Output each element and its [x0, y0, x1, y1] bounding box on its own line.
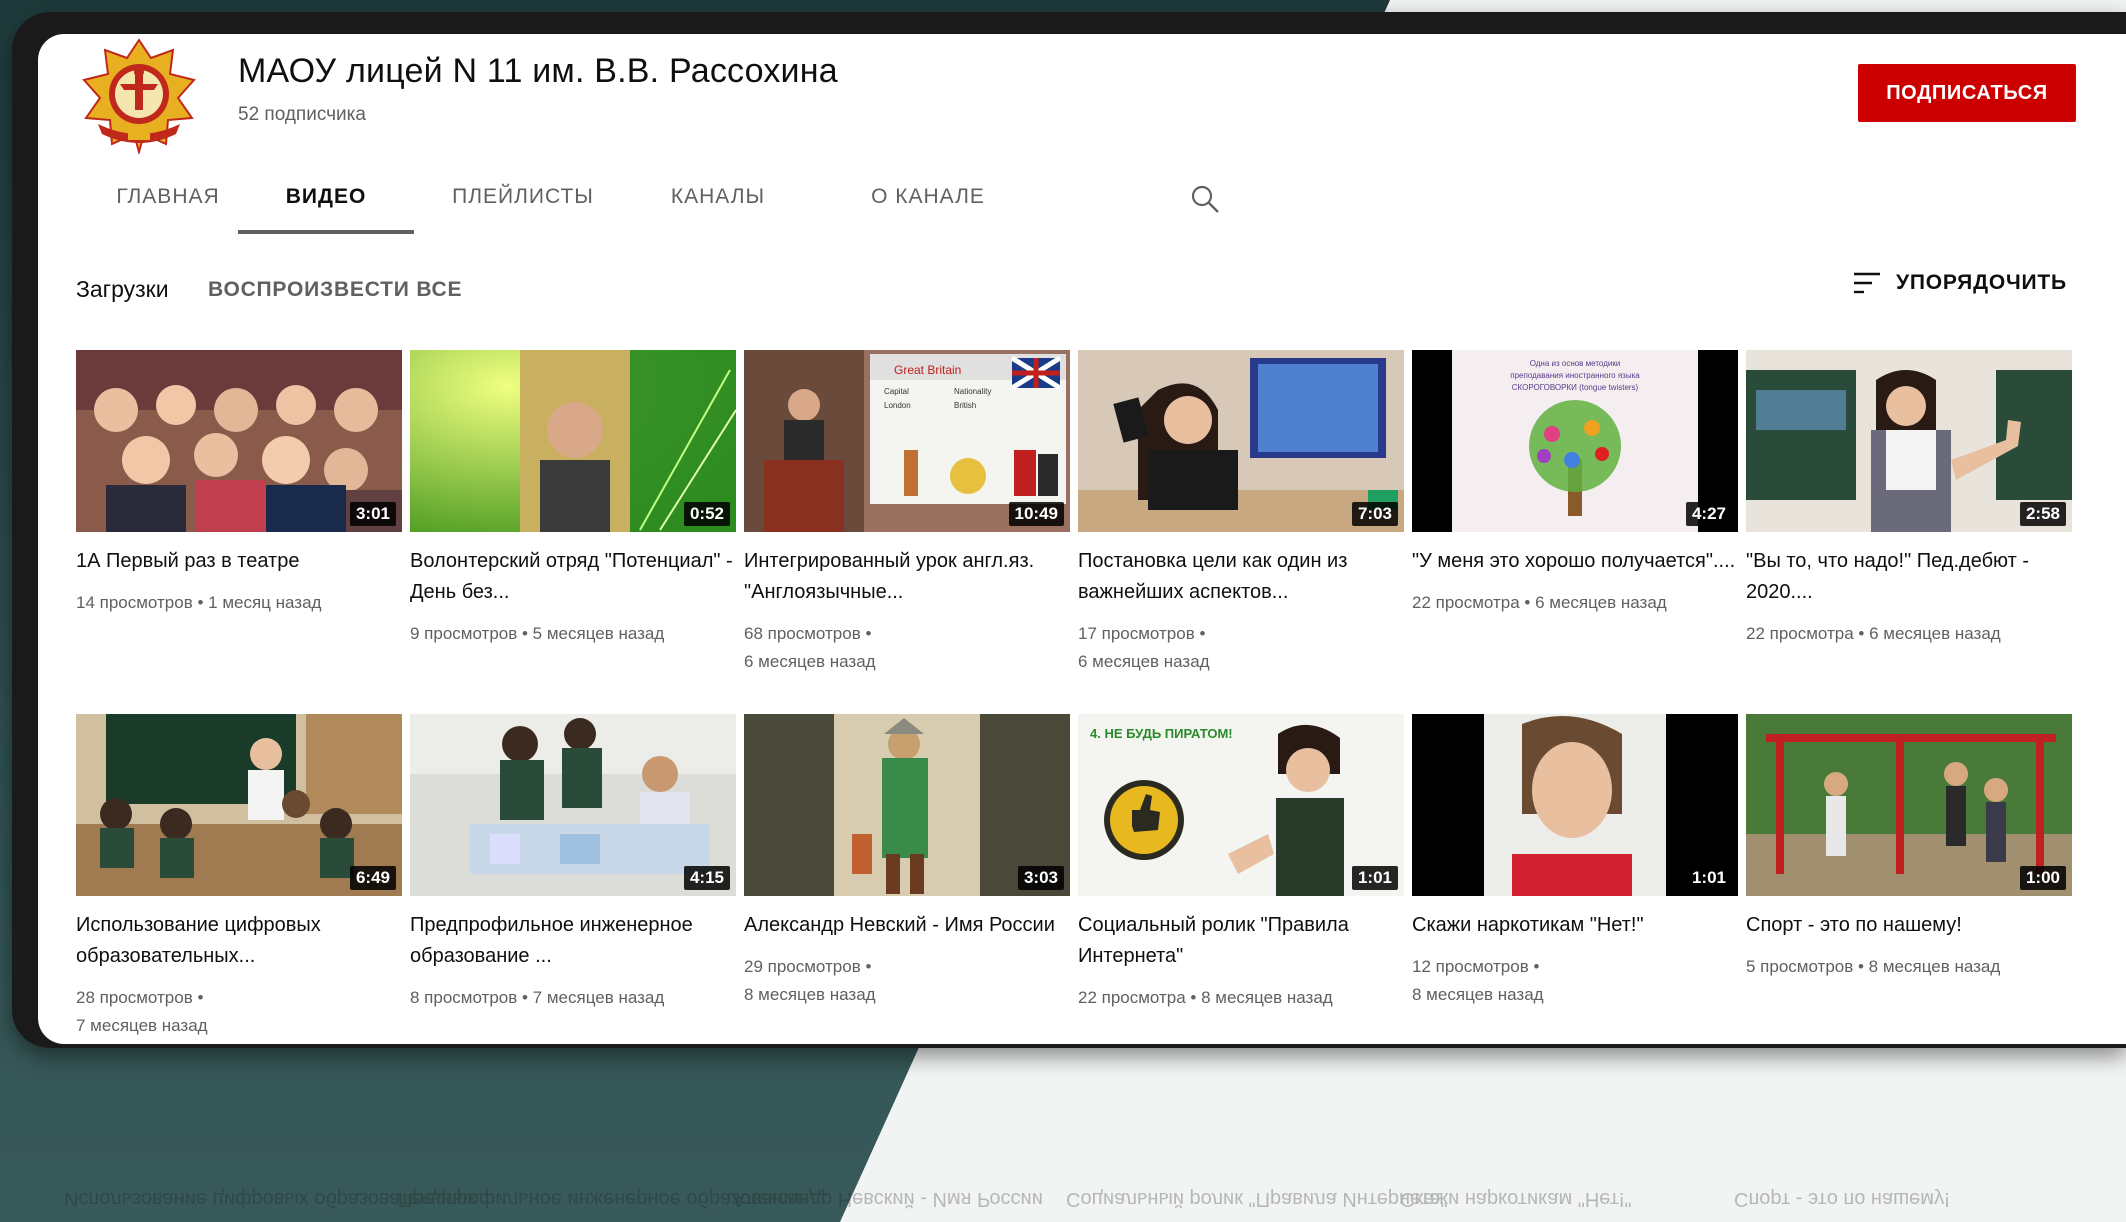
thumb-text-nationality: Nationality: [954, 387, 991, 396]
sort-icon: [1854, 272, 1880, 294]
video-title[interactable]: Интегрированный урок англ.яз. "Англоязыч…: [744, 546, 1070, 608]
video-thumbnail[interactable]: 7:03: [1078, 350, 1404, 532]
channel-name[interactable]: МАОУ лицей N 11 им. В.В. Рассохина: [238, 52, 838, 91]
video-card[interactable]: Great Britain Capital Nationality London…: [744, 350, 1070, 676]
video-meta: 29 просмотров • 8 месяцев назад: [744, 957, 876, 1004]
video-card[interactable]: 3:03 Александр Невский - Имя России 29 п…: [744, 714, 1070, 1009]
video-thumbnail[interactable]: 1:00: [1746, 714, 2072, 896]
video-thumbnail[interactable]: Great Britain Capital Nationality London…: [744, 350, 1070, 532]
thumb-text-london: London: [884, 401, 911, 410]
video-duration: 3:01: [349, 502, 396, 526]
search-icon[interactable]: [1190, 184, 1220, 214]
thumb-text-pirate: 4. НЕ БУДЬ ПИРАТОМ!: [1090, 726, 1233, 741]
video-title[interactable]: Использование цифровых образовательных..…: [76, 910, 402, 972]
thumb-text-great-britain: Great Britain: [894, 363, 961, 377]
youtube-channel-page: МАОУ лицей N 11 им. В.В. Рассохина 52 по…: [38, 34, 2126, 1044]
tab-channels[interactable]: КАНАЛЫ: [638, 174, 798, 234]
video-meta: 12 просмотров • 8 месяцев назад: [1412, 957, 1544, 1004]
thumb-text-capital: Capital: [884, 387, 909, 396]
video-card[interactable]: 6:49 Использование цифровых образователь…: [76, 714, 402, 1040]
video-card[interactable]: 4. НЕ БУДЬ ПИРАТОМ! 1:01 Социальный роли…: [1078, 714, 1404, 1012]
video-card[interactable]: 2:58 "Вы то, что надо!" Пед.дебют - 2020…: [1746, 350, 2072, 648]
thumb-text-british: British: [954, 401, 976, 410]
thumb-text-line2: преподавания иностранного языка: [1510, 371, 1640, 380]
device-frame: МАОУ лицей N 11 им. В.В. Рассохина 52 по…: [12, 12, 2126, 1048]
video-meta: 8 просмотров • 7 месяцев назад: [410, 988, 665, 1007]
video-title[interactable]: "У меня это хорошо получается"....: [1412, 546, 1738, 577]
video-meta: 17 просмотров • 6 месяцев назад: [1078, 624, 1210, 671]
video-card[interactable]: 1:00 Спорт - это по нашему! 5 просмотров…: [1746, 714, 2072, 981]
video-meta: 14 просмотров • 1 месяц назад: [76, 593, 322, 612]
sort-button[interactable]: УПОРЯДОЧИТЬ: [1852, 270, 2067, 296]
channel-tabs: ГЛАВНАЯ ВИДЕО ПЛЕЙЛИСТЫ КАНАЛЫ О КАНАЛЕ: [98, 174, 1298, 234]
video-title[interactable]: Спорт - это по нашему!: [1746, 910, 2072, 941]
video-duration: 4:15: [683, 866, 730, 890]
video-card[interactable]: 0:52 Волонтерский отряд "Потенциал" - Де…: [410, 350, 736, 648]
tab-videos[interactable]: ВИДЕО: [238, 174, 414, 234]
video-thumbnail[interactable]: 0:52: [410, 350, 736, 532]
video-duration: 1:00: [2019, 866, 2066, 890]
video-thumbnail[interactable]: 4:15: [410, 714, 736, 896]
video-duration: 3:03: [1017, 866, 1064, 890]
video-card[interactable]: Одна из основ методики преподавания инос…: [1412, 350, 1738, 617]
thumb-text-line1: Одна из основ методики: [1530, 359, 1621, 368]
video-duration: 6:49: [349, 866, 396, 890]
video-meta: 68 просмотров • 6 месяцев назад: [744, 624, 876, 671]
tab-playlists[interactable]: ПЛЕЙЛИСТЫ: [438, 174, 608, 234]
video-duration: 1:01: [1351, 866, 1398, 890]
video-thumbnail[interactable]: Одна из основ методики преподавания инос…: [1412, 350, 1738, 532]
uploads-title: Загрузки: [76, 276, 169, 302]
video-meta: 9 просмотров • 5 месяцев назад: [410, 624, 665, 643]
video-card[interactable]: 1:01 Скажи наркотикам "Нет!" 12 просмотр…: [1412, 714, 1738, 1009]
video-meta: 22 просмотра • 6 месяцев назад: [1412, 593, 1667, 612]
video-title[interactable]: Александр Невский - Имя России: [744, 910, 1070, 941]
video-title[interactable]: "Вы то, что надо!" Пед.дебют - 2020....: [1746, 546, 2072, 608]
video-thumbnail[interactable]: 2:58: [1746, 350, 2072, 532]
video-card[interactable]: 4:15 Предпрофильное инженерное образован…: [410, 714, 736, 1012]
play-all-link[interactable]: ВОСПРОИЗВЕСТИ ВСЕ: [208, 278, 462, 302]
video-meta: 5 просмотров • 8 месяцев назад: [1746, 957, 2001, 976]
video-title[interactable]: Социальный ролик "Правила Интернета": [1078, 910, 1404, 972]
video-card[interactable]: 7:03 Постановка цели как один из важнейш…: [1078, 350, 1404, 676]
video-duration: 10:49: [1008, 502, 1064, 526]
tab-about[interactable]: О КАНАЛЕ: [838, 174, 1018, 234]
video-title[interactable]: Предпрофильное инженерное образование ..…: [410, 910, 736, 972]
video-title[interactable]: 1А Первый раз в театре: [76, 546, 402, 577]
channel-logo[interactable]: [78, 36, 200, 156]
subscribe-button[interactable]: ПОДПИСАТЬСЯ: [1858, 64, 2076, 122]
video-meta: 28 просмотров • 7 месяцев назад: [76, 988, 208, 1035]
video-title[interactable]: Скажи наркотикам "Нет!": [1412, 910, 1738, 941]
video-duration: 0:52: [683, 502, 730, 526]
video-duration: 2:58: [2019, 502, 2066, 526]
video-title[interactable]: Постановка цели как один из важнейших ас…: [1078, 546, 1404, 608]
tab-main[interactable]: ГЛАВНАЯ: [98, 174, 238, 234]
video-thumbnail[interactable]: 4. НЕ БУДЬ ПИРАТОМ! 1:01: [1078, 714, 1404, 896]
thumb-text-line3: СКОРОГОВОРКИ (tongue twisters): [1512, 383, 1639, 392]
video-duration: 4:27: [1685, 502, 1732, 526]
video-thumbnail[interactable]: 3:03: [744, 714, 1070, 896]
video-thumbnail[interactable]: 3:01: [76, 350, 402, 532]
video-duration: 7:03: [1351, 502, 1398, 526]
video-meta: 22 просмотра • 8 месяцев назад: [1078, 988, 1333, 1007]
video-title[interactable]: Волонтерский отряд "Потенциал" - День бе…: [410, 546, 736, 608]
video-card[interactable]: 3:01 1А Первый раз в театре 14 просмотро…: [76, 350, 402, 617]
video-thumbnail[interactable]: 1:01: [1412, 714, 1738, 896]
subscriber-count: 52 подписчика: [238, 104, 366, 125]
video-meta: 22 просмотра • 6 месяцев назад: [1746, 624, 2001, 643]
video-thumbnail[interactable]: 6:49: [76, 714, 402, 896]
video-duration: 1:01: [1685, 866, 1732, 890]
sort-label: УПОРЯДОЧИТЬ: [1896, 271, 2067, 294]
